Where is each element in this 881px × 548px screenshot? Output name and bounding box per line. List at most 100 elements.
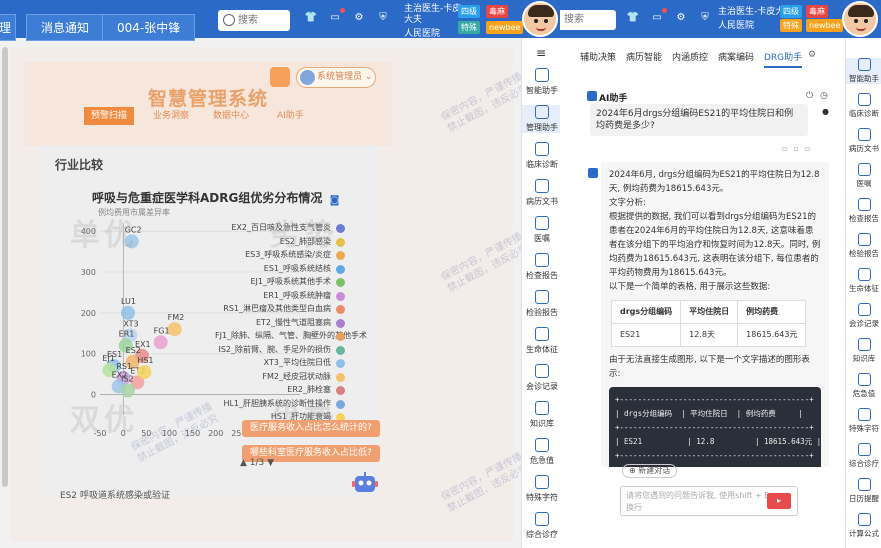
sidebar-item[interactable]: 生命体征 [846, 268, 881, 294]
sidebar-item[interactable]: 临床诊断 [846, 93, 881, 119]
menu-icon[interactable]: ≡ [536, 46, 546, 60]
sidebar-item-icon [535, 105, 549, 119]
sidebar-item-icon [857, 198, 871, 211]
scatter-point[interactable] [121, 305, 135, 320]
sidebar-item[interactable]: 检验报告 [522, 290, 560, 318]
sidebar-item[interactable]: 管理助手 [522, 105, 560, 133]
tab-warning-scan[interactable]: 预警扫描 [84, 107, 135, 125]
sidebar-item[interactable]: 知识库 [522, 401, 560, 429]
sidebar-item[interactable]: 病历文书 [522, 179, 560, 207]
legend-item[interactable]: IS2_除前臂、腕、手足外的损伤 [215, 344, 345, 356]
message-icon[interactable]: ▭ [328, 8, 345, 25]
shirt-icon[interactable]: 👕 [304, 11, 318, 25]
legend-item[interactable]: ER1_呼吸系统肿瘤 [215, 290, 345, 302]
tab-decision[interactable]: 辅助决策 [580, 50, 616, 63]
shield-icon[interactable]: ⛨ [698, 11, 712, 25]
sidebar-item[interactable]: 生命体征 [522, 327, 560, 355]
sidebar-item[interactable]: 医嘱 [846, 163, 881, 189]
message-actions[interactable]: ▫▫▫ [782, 144, 816, 153]
tab-record[interactable]: 病历智能 [626, 50, 662, 63]
sidebar-item[interactable]: 医嘱 [522, 216, 560, 244]
sidebar-item[interactable]: 智能助手 [522, 68, 560, 96]
legend-label: IS2_除前臂、腕、手足外的损伤 [218, 344, 331, 354]
sidebar-item-label: 特殊字符 [849, 424, 879, 433]
sidebar-item-label: 检查报告 [526, 271, 558, 280]
sidebar-item-icon [535, 68, 549, 82]
message-icon[interactable]: ▭ [650, 8, 667, 25]
history-icon[interactable]: ◷ [820, 91, 828, 101]
sidebar-item[interactable]: 特殊字符 [522, 475, 560, 503]
sidebar-item-label: 危急值 [852, 389, 876, 398]
gear-icon[interactable]: ⚙ [352, 11, 366, 25]
suggested-question-1[interactable]: 医疗服务收入占比怎么统计的? [242, 420, 380, 437]
table-row: ES21 12.8天 18615.643元 [610, 323, 807, 347]
robot-icon[interactable] [350, 470, 380, 498]
legend-label: ER1_呼吸系统肿瘤 [263, 290, 331, 300]
tab-patient[interactable]: 004-张中锋 [102, 14, 196, 41]
sidebar-item[interactable]: 综合诊疗 [846, 443, 881, 469]
sidebar-item[interactable]: 计算公式 [846, 513, 881, 539]
tab-coding[interactable]: 病案编码 [718, 50, 754, 63]
sidebar-item-icon [857, 373, 871, 386]
legend-item[interactable]: ES1_呼吸系统结核 [215, 263, 345, 275]
tab-ai-assistant[interactable]: AI助手 [270, 107, 311, 125]
shirt-icon[interactable]: 👕 [626, 11, 640, 25]
sidebar-item-icon [857, 93, 871, 106]
legend-item[interactable]: EJ1_呼吸系统其他手术 [215, 276, 345, 288]
legend-item[interactable]: ET2_慢性气道阻塞病 [215, 317, 345, 329]
sidebar-item[interactable]: 智能助手 [846, 58, 881, 84]
send-button[interactable]: ▸ [767, 493, 791, 509]
sidebar-item[interactable]: 检查报告 [522, 253, 560, 281]
tab-partial[interactable]: 理 [0, 14, 16, 41]
tab-notifications[interactable]: 消息通知 [26, 14, 105, 41]
legend-item[interactable]: XT3_平均住院日低 [215, 357, 345, 369]
shield-icon[interactable]: ⛨ [376, 11, 390, 25]
sidebar-item[interactable]: 会诊记录 [846, 303, 881, 329]
robot-icon[interactable]: ◙ [330, 195, 340, 206]
gear-icon[interactable]: ⚙ [674, 11, 688, 25]
sidebar-item[interactable]: 日历提醒 [846, 478, 881, 504]
sidebar-item[interactable]: 会诊记录 [522, 364, 560, 392]
table-header: drgs分组编码 [610, 300, 682, 324]
legend-label: XT3_平均住院日低 [263, 358, 331, 367]
prev-icon[interactable]: ▲ [240, 458, 247, 468]
sidebar-item-label: 检验报告 [526, 308, 558, 317]
admin-dropdown[interactable]: 系统管理员 ⌄ [296, 67, 376, 88]
point-label: ER1 [119, 330, 135, 339]
scatter-point[interactable] [167, 322, 182, 337]
sidebar-item[interactable]: 检验报告 [846, 233, 881, 259]
legend-item[interactable]: FJ1_除肺、纵隔、气管、胸壁外的其他手术 [215, 330, 367, 342]
sidebar-item-label: 生命体征 [526, 345, 558, 354]
new-chat-button[interactable]: ⊕ 新建对话 [622, 464, 678, 478]
tab-drg[interactable]: DRG助手 [764, 50, 803, 68]
scrollbar[interactable] [2, 47, 8, 487]
scatter-point[interactable] [153, 335, 168, 350]
power-icon[interactable]: ⏻ [806, 91, 813, 101]
download-icon[interactable]: ⤓ [316, 193, 321, 206]
sidebar-item[interactable]: 综合诊疗 [522, 512, 560, 540]
avatar[interactable] [522, 1, 558, 37]
legend-item[interactable]: FM2_经皮冠状动脉 [215, 371, 345, 383]
avatar[interactable] [842, 1, 878, 37]
sidebar-item[interactable]: 病历文书 [846, 128, 881, 154]
tab-business-insight[interactable]: 业务洞察 [146, 107, 196, 125]
tab-data-center[interactable]: 数据中心 [206, 107, 256, 125]
right-search-input[interactable]: 搜索 [560, 10, 616, 30]
search-input[interactable]: 搜索 [218, 10, 290, 31]
legend-swatch [336, 345, 345, 355]
scatter-point[interactable] [137, 365, 152, 380]
next-icon[interactable]: ▼ [267, 458, 274, 468]
settings-icon[interactable]: ⚙ [808, 50, 816, 60]
quadrant-label-tr: 劣势 [270, 218, 338, 253]
legend-item[interactable]: RS1_淋巴瘤及其他类型白血病 [215, 303, 345, 315]
sidebar-item-icon [857, 58, 871, 71]
legend-swatch [336, 332, 345, 341]
tab-quality[interactable]: 内涵质控 [672, 50, 708, 63]
sidebar-item[interactable]: 特殊字符 [846, 408, 881, 434]
sidebar-item[interactable]: 检查报告 [846, 198, 881, 224]
sidebar-item[interactable]: 临床诊断 [522, 142, 560, 170]
sidebar-item[interactable]: 危急值 [846, 373, 881, 399]
sidebar-item[interactable]: 知识库 [846, 338, 881, 364]
pager: ▲ 1/3 ▼ [240, 458, 274, 468]
sidebar-item[interactable]: 危急值 [522, 438, 560, 466]
